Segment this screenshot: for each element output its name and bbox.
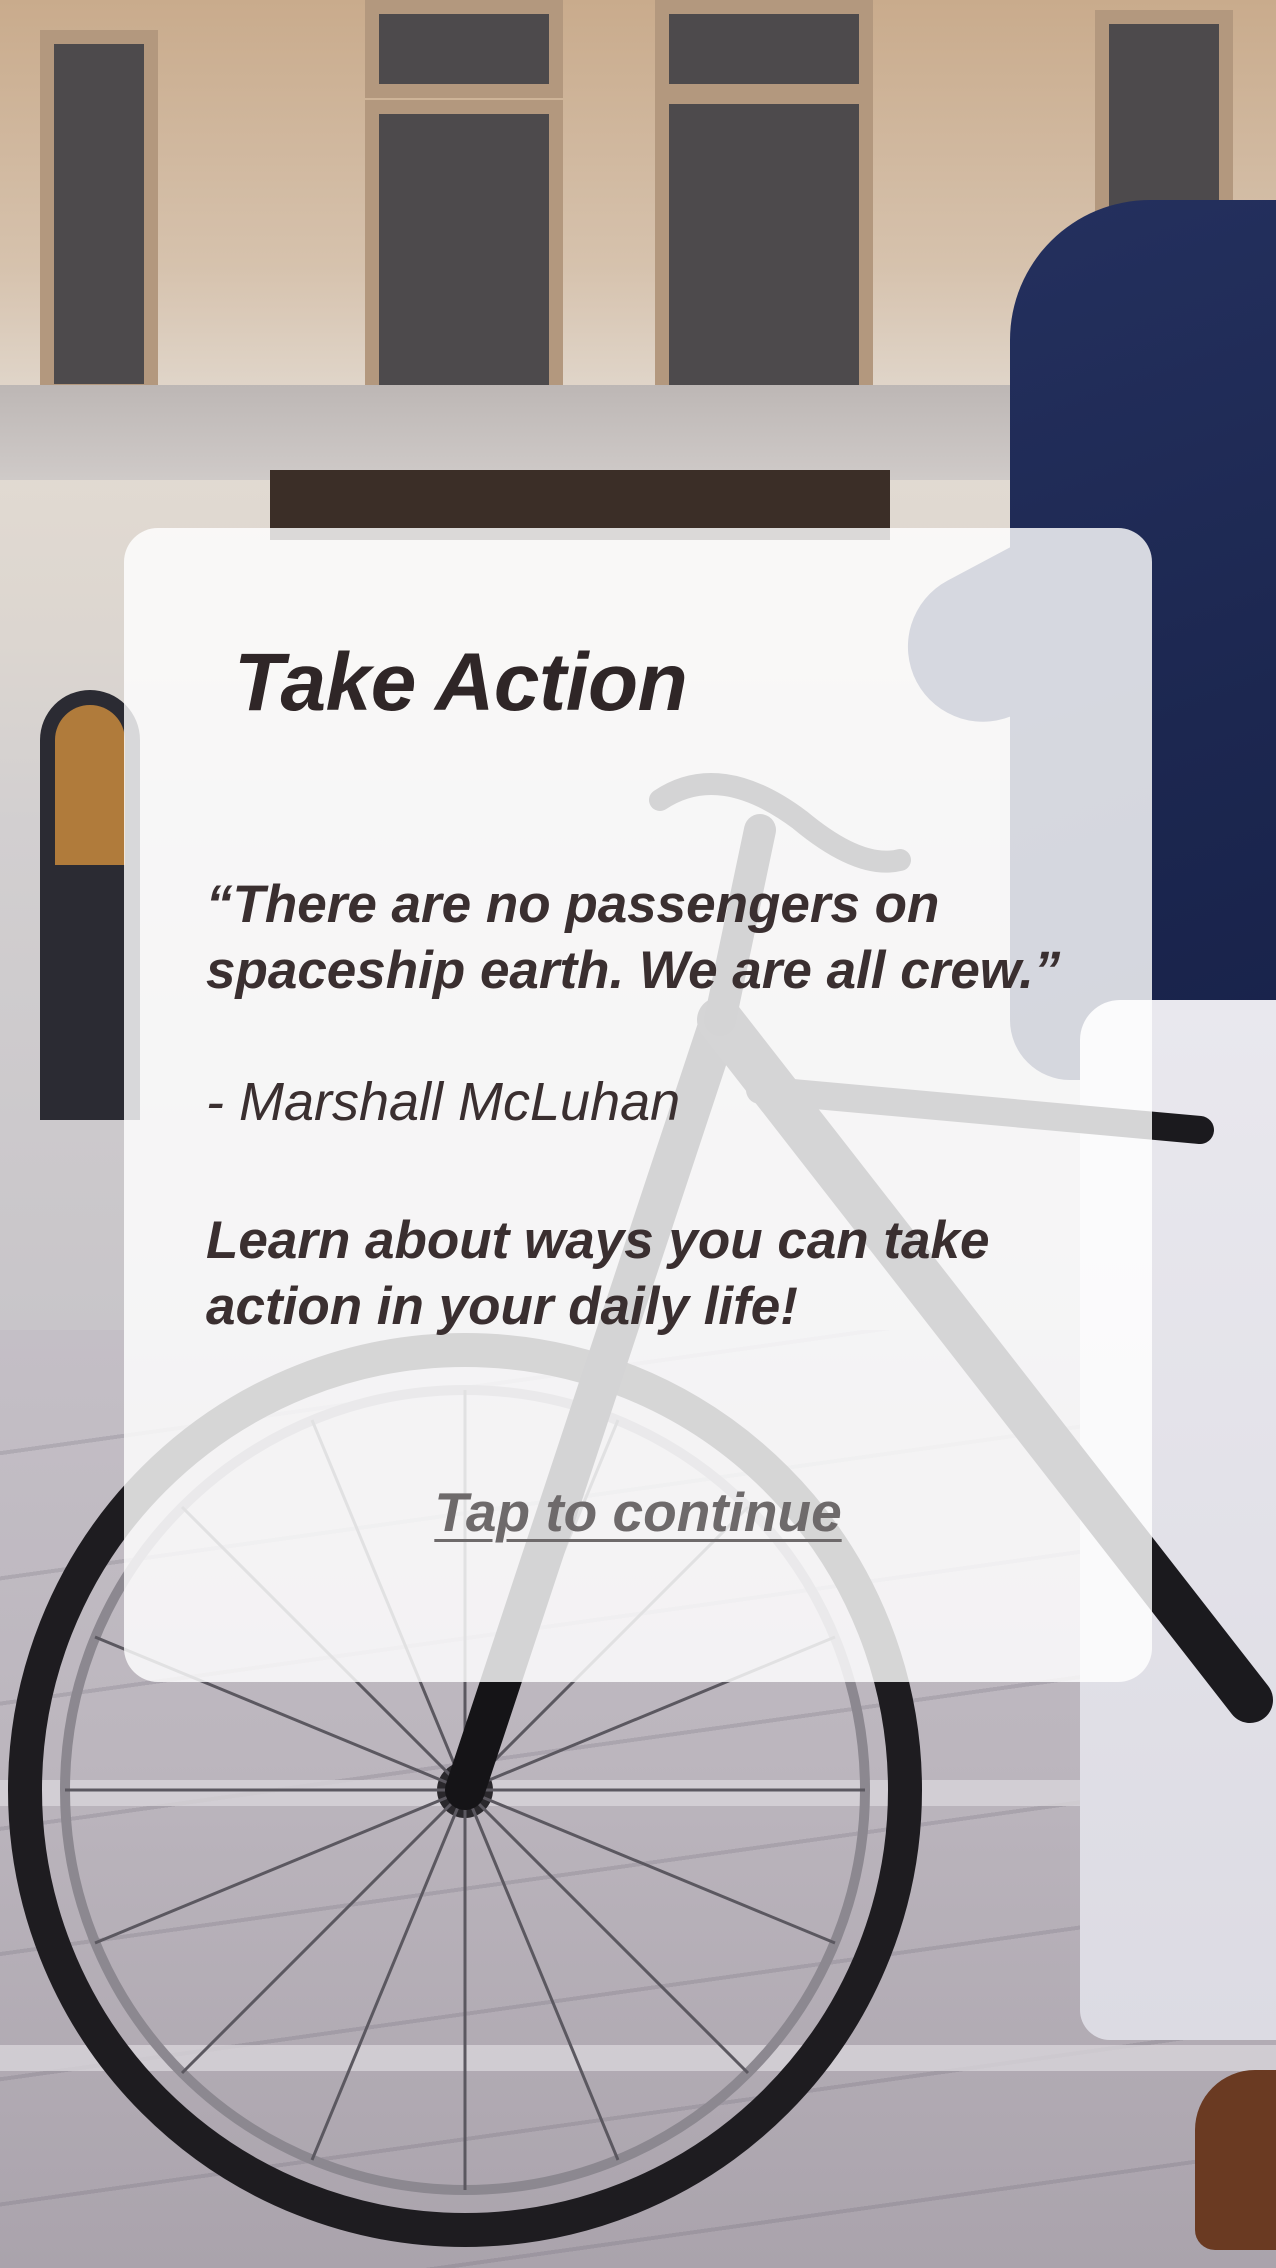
call-to-action-text: Learn about ways you can take action in … xyxy=(206,1211,990,1336)
take-action-screen[interactable]: Take Action “There are no passengers on … xyxy=(0,0,1276,2268)
tap-to-continue-link[interactable]: Tap to continue xyxy=(124,1480,1152,1544)
page-title: Take Action xyxy=(234,637,688,728)
quote-author: - Marshall McLuhan xyxy=(206,1072,681,1132)
action-card[interactable]: Take Action “There are no passengers on … xyxy=(124,528,1152,1682)
quote-text: “There are no passengers on spaceship ea… xyxy=(206,875,1061,1000)
